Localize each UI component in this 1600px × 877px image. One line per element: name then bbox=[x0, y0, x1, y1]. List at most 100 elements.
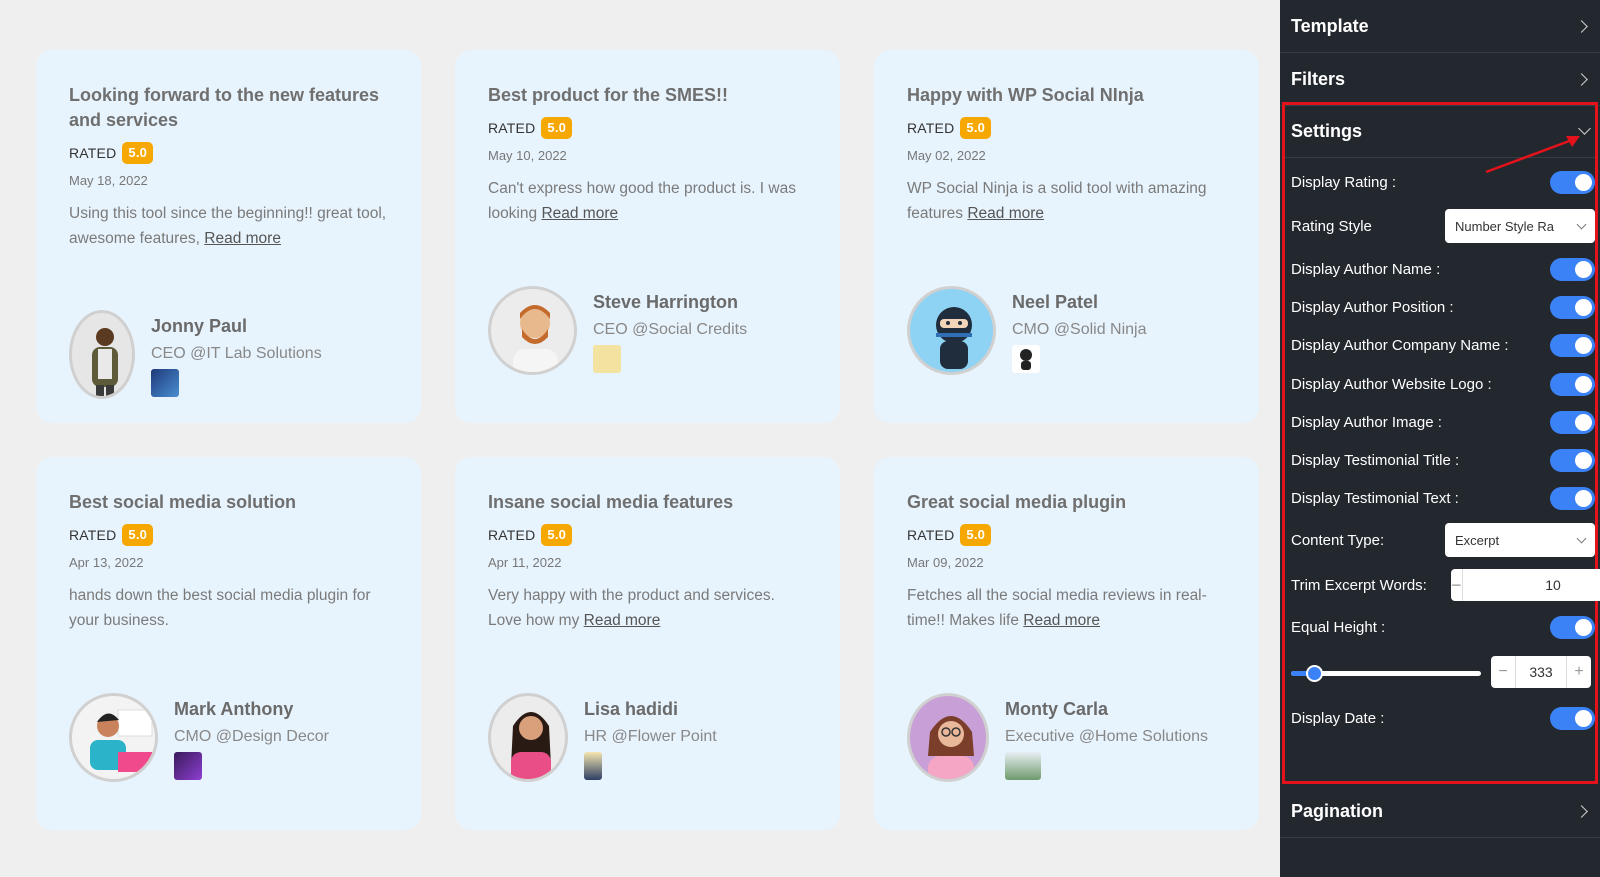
company-logo bbox=[1012, 345, 1040, 373]
author-name: Lisa hadidi bbox=[584, 699, 679, 719]
content-type-value: Excerpt bbox=[1455, 532, 1500, 548]
rating-badge: 5.0 bbox=[960, 117, 992, 139]
chevron-down-icon bbox=[1576, 219, 1587, 229]
author-block: Lisa hadidi HR @Flower Point bbox=[488, 693, 717, 782]
avatar-image bbox=[511, 712, 551, 779]
display-author-position-label: Display Author Position : bbox=[1291, 299, 1454, 316]
testimonial-title: Happy with WP Social NInja bbox=[907, 85, 1144, 105]
author-block: Neel Patel CMO @Solid Ninja bbox=[907, 286, 1147, 375]
rating-style-value: Number Style Ra bbox=[1455, 218, 1554, 234]
rated-label: RATED bbox=[488, 527, 536, 543]
display-title-toggle[interactable] bbox=[1550, 449, 1595, 472]
display-author-position-toggle[interactable] bbox=[1550, 296, 1595, 319]
decrement-button[interactable]: − bbox=[1451, 575, 1462, 596]
testimonial-title: Looking forward to the new features and … bbox=[69, 85, 380, 130]
display-date-label: Display Date : bbox=[1291, 710, 1385, 727]
author-position: CEO @Social Credits bbox=[593, 321, 748, 338]
section-template[interactable]: Template bbox=[1280, 0, 1600, 53]
testimonial-text: Using this tool since the beginning!! gr… bbox=[69, 201, 388, 251]
avatar bbox=[488, 286, 577, 375]
testimonial-text: Can't express how good the product is. I… bbox=[488, 176, 807, 226]
testimonial-title: Insane social media features bbox=[488, 492, 734, 512]
height-stepper: −+ bbox=[1491, 656, 1591, 688]
read-more-link[interactable]: Read more bbox=[204, 230, 281, 247]
display-author-image-toggle[interactable] bbox=[1550, 411, 1595, 434]
company-logo bbox=[151, 369, 179, 397]
decrement-button[interactable]: − bbox=[1491, 663, 1515, 681]
author-position: HR @Flower Point bbox=[584, 728, 717, 745]
section-pagination-label: Pagination bbox=[1291, 800, 1384, 821]
author-name: Jonny Paul bbox=[151, 316, 248, 336]
testimonial-title: Best product for the SMES!! bbox=[488, 85, 729, 105]
read-more-link[interactable]: Read more bbox=[967, 205, 1044, 222]
display-text-toggle[interactable] bbox=[1550, 487, 1595, 510]
avatar-image bbox=[92, 328, 118, 396]
section-settings-label: Settings bbox=[1291, 120, 1363, 141]
chevron-down-icon bbox=[1576, 533, 1587, 543]
rating-row: RATED 5.0 bbox=[488, 524, 807, 546]
avatar bbox=[907, 286, 996, 375]
author-position: CMO @Solid Ninja bbox=[1012, 321, 1147, 338]
rating-row: RATED 5.0 bbox=[488, 117, 807, 139]
display-author-logo-toggle[interactable] bbox=[1550, 373, 1595, 396]
ninja-icon bbox=[936, 307, 972, 369]
avatar bbox=[69, 310, 135, 399]
author-block: Steve Harrington CEO @Social Credits bbox=[488, 286, 747, 375]
chevron-right-icon bbox=[1575, 804, 1588, 818]
trim-words-label: Trim Excerpt Words: bbox=[1291, 576, 1427, 594]
author-info: Mark Anthony CMO @Design Decor bbox=[174, 693, 329, 780]
read-more-link[interactable]: Read more bbox=[584, 612, 661, 629]
testimonial-date: May 18, 2022 bbox=[69, 173, 148, 188]
read-more-link[interactable]: Read more bbox=[541, 205, 618, 222]
company-logo bbox=[174, 752, 202, 780]
avatar bbox=[69, 693, 158, 782]
rating-row: RATED 5.0 bbox=[907, 117, 1226, 139]
rating-row: RATED 5.0 bbox=[907, 524, 1226, 546]
testimonial-date: Apr 13, 2022 bbox=[69, 555, 144, 570]
rating-style-row: Rating Style Number Style Ra bbox=[1291, 209, 1595, 243]
section-template-label: Template bbox=[1291, 15, 1369, 36]
display-author-name-toggle[interactable] bbox=[1550, 258, 1595, 281]
rated-label: RATED bbox=[488, 120, 536, 136]
section-pagination[interactable]: Pagination bbox=[1280, 785, 1600, 838]
height-input[interactable] bbox=[1515, 656, 1567, 688]
equal-height-toggle[interactable] bbox=[1550, 616, 1595, 639]
section-filters[interactable]: Filters bbox=[1280, 53, 1600, 106]
testimonial-text: Very happy with the product and services… bbox=[488, 583, 807, 633]
rating-row: RATED 5.0 bbox=[69, 524, 388, 546]
rating-style-select[interactable]: Number Style Ra bbox=[1445, 209, 1595, 243]
rating-row: RATED 5.0 bbox=[69, 142, 388, 164]
testimonial-card: Great social media plugin RATED 5.0 Mar 0… bbox=[874, 457, 1259, 830]
rated-label: RATED bbox=[69, 145, 117, 161]
author-name: Neel Patel bbox=[1012, 292, 1099, 312]
height-slider[interactable] bbox=[1291, 665, 1481, 682]
display-author-company-row: Display Author Company Name : bbox=[1291, 334, 1595, 357]
avatar-image bbox=[513, 305, 558, 372]
rating-badge: 5.0 bbox=[122, 524, 154, 546]
testimonial-title: Best social media solution bbox=[69, 492, 297, 512]
display-author-name-label: Display Author Name : bbox=[1291, 261, 1441, 278]
read-more-link[interactable]: Read more bbox=[1023, 612, 1100, 629]
display-author-company-toggle[interactable] bbox=[1550, 334, 1595, 357]
rated-label: RATED bbox=[907, 527, 955, 543]
avatar-image bbox=[90, 709, 153, 772]
company-logo bbox=[584, 752, 602, 780]
avatar bbox=[488, 693, 568, 782]
increment-button[interactable]: + bbox=[1567, 663, 1591, 681]
author-position: CEO @IT Lab Solutions bbox=[151, 345, 322, 362]
slider-thumb[interactable] bbox=[1305, 665, 1323, 682]
display-author-logo-label: Display Author Website Logo : bbox=[1291, 376, 1492, 393]
author-block: Monty Carla Executive @Home Solutions bbox=[907, 693, 1208, 782]
content-type-select[interactable]: Excerpt bbox=[1445, 523, 1595, 557]
trim-words-stepper: −+ bbox=[1451, 569, 1600, 601]
display-title-label: Display Testimonial Title : bbox=[1291, 452, 1460, 469]
author-position: CMO @Design Decor bbox=[174, 728, 329, 745]
equal-height-row: Equal Height : bbox=[1291, 616, 1595, 639]
testimonial-card: Happy with WP Social NInja RATED 5.0 May … bbox=[874, 50, 1259, 423]
rated-label: RATED bbox=[907, 120, 955, 136]
testimonial-card: Insane social media features RATED 5.0 Ap… bbox=[455, 457, 840, 830]
author-name: Mark Anthony bbox=[174, 699, 294, 719]
display-date-toggle[interactable] bbox=[1550, 707, 1595, 730]
avatar bbox=[907, 693, 989, 782]
trim-words-input[interactable] bbox=[1461, 569, 1600, 601]
